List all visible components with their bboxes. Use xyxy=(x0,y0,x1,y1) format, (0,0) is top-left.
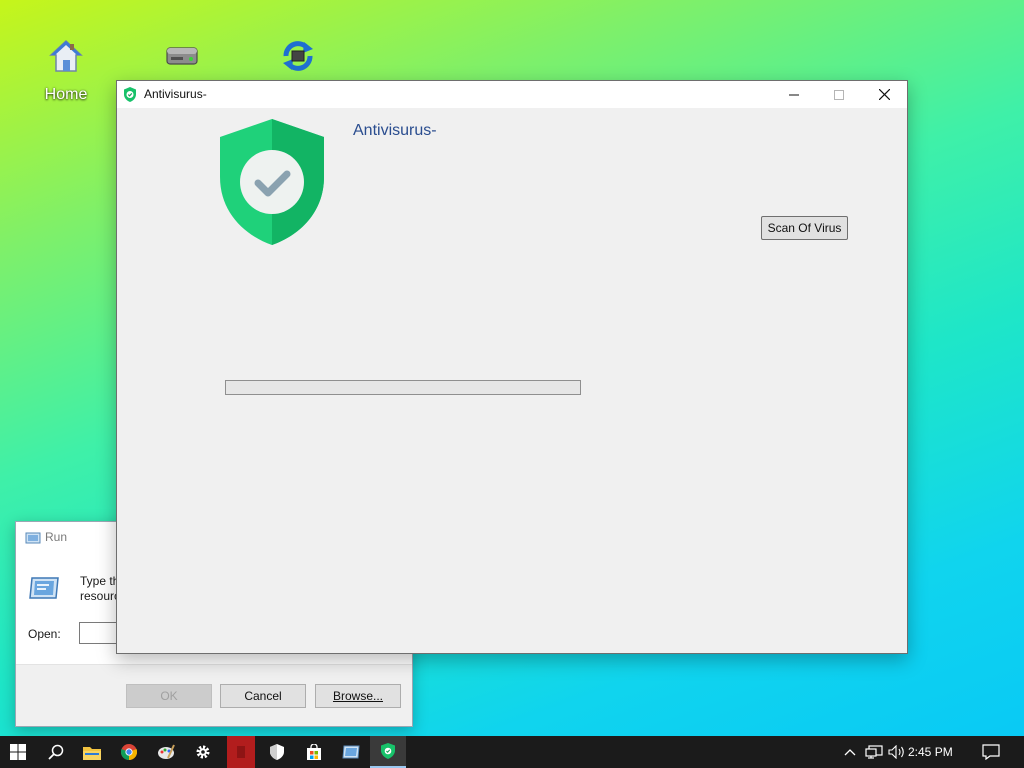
notification-icon xyxy=(982,744,1000,760)
taskbar-file-explorer[interactable] xyxy=(74,736,110,768)
store-bag-icon xyxy=(307,744,321,760)
desktop-icon-drive[interactable] xyxy=(150,38,214,74)
minimize-button[interactable] xyxy=(771,81,817,108)
maximize-button[interactable] xyxy=(816,81,862,108)
desktop-icon-sync[interactable] xyxy=(266,38,330,74)
minimize-icon xyxy=(789,94,799,95)
run-icon xyxy=(25,531,41,544)
hard-drive-icon xyxy=(164,38,200,74)
volume-tray-button[interactable] xyxy=(888,736,906,768)
run-icon xyxy=(342,745,360,759)
shield-check-icon xyxy=(216,117,328,247)
antivirus-window[interactable]: Antivisurus- Antivisurus- Scan Of Virus xyxy=(116,80,908,654)
scan-progress-bar xyxy=(225,380,581,395)
sync-icon xyxy=(280,38,316,74)
folder-icon xyxy=(83,746,101,760)
volume-icon xyxy=(888,745,904,759)
taskbar-clock[interactable]: 2:45 PM xyxy=(908,745,953,759)
chevron-up-icon xyxy=(844,749,856,756)
browse-button[interactable]: Browse... xyxy=(315,684,401,708)
antivirus-titlebar[interactable]: Antivisurus- xyxy=(117,81,907,108)
paint-icon xyxy=(157,744,175,759)
cancel-button[interactable]: Cancel xyxy=(220,684,306,708)
run-dialog-title: Run xyxy=(45,530,68,544)
antivirus-shield-icon xyxy=(381,743,395,759)
shield-icon xyxy=(270,744,284,760)
taskbar-chrome[interactable] xyxy=(111,736,147,768)
show-hidden-icons-button[interactable] xyxy=(842,736,858,768)
scan-of-virus-button[interactable]: Scan Of Virus xyxy=(761,216,848,240)
home-icon xyxy=(48,38,84,74)
taskbar-antivirus[interactable] xyxy=(370,736,406,768)
taskbar-red-app[interactable] xyxy=(227,736,255,768)
desktop-icon-home[interactable]: Home xyxy=(34,38,98,104)
action-center-button[interactable] xyxy=(980,736,1002,768)
network-tray-button[interactable] xyxy=(864,736,884,768)
network-icon xyxy=(865,745,883,759)
chrome-icon xyxy=(121,744,137,760)
run-program-icon xyxy=(28,576,60,600)
taskbar-security[interactable] xyxy=(259,736,295,768)
taskbar-settings[interactable] xyxy=(185,736,221,768)
app-icon xyxy=(237,746,245,758)
antivirus-heading: Antivisurus- xyxy=(353,122,437,139)
start-button[interactable] xyxy=(0,736,36,768)
run-open-label: Open: xyxy=(28,627,61,641)
taskbar-search-button[interactable] xyxy=(38,736,74,768)
close-icon xyxy=(878,89,890,100)
close-button[interactable] xyxy=(861,81,907,108)
taskbar-paint[interactable] xyxy=(148,736,184,768)
ok-button[interactable]: OK xyxy=(126,684,212,708)
taskbar-store[interactable] xyxy=(296,736,332,768)
taskbar: 2:45 PM xyxy=(0,736,1024,768)
taskbar-run[interactable] xyxy=(333,736,369,768)
antivirus-window-title: Antivisurus- xyxy=(144,87,207,101)
search-icon xyxy=(48,744,64,760)
antivirus-app-icon xyxy=(122,86,138,103)
windows-logo-icon xyxy=(10,744,26,760)
maximize-icon xyxy=(834,89,844,100)
gear-icon xyxy=(196,745,210,759)
desktop-icon-home-label: Home xyxy=(44,86,88,103)
